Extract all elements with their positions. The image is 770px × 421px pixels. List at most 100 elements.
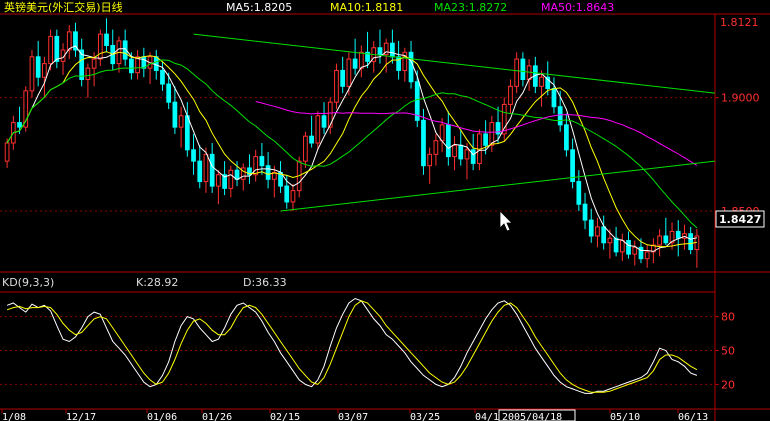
trendline-1 <box>280 160 715 212</box>
ma-readout-2: MA23:1.8272 <box>434 1 507 14</box>
candle-19 <box>122 29 128 66</box>
candle-body-0 <box>4 142 10 162</box>
candle-body-27 <box>172 101 178 128</box>
candle-body-74 <box>464 149 470 160</box>
candle-67 <box>421 108 426 175</box>
kd-tick-label-0: 80 <box>721 311 735 324</box>
candle-22 <box>141 47 147 78</box>
candle-18 <box>116 36 122 73</box>
candle-5 <box>35 40 41 87</box>
candle-93 <box>582 192 588 230</box>
candle-31 <box>197 145 203 189</box>
kd-axis: 80 50 20 <box>715 311 735 391</box>
candle-body-96 <box>601 226 607 244</box>
kd-k-value: K:28.92 <box>136 276 178 289</box>
time-label-4: 02/15 <box>270 412 300 421</box>
candle-41 <box>259 143 265 175</box>
candle-body-86 <box>539 76 544 87</box>
candle-49 <box>309 115 314 148</box>
candle-81 <box>508 79 513 114</box>
price-tick-label-0: 1.9000 <box>721 92 760 105</box>
candle-50 <box>315 111 321 150</box>
candle-body-71 <box>445 124 451 158</box>
candle-body-20 <box>129 58 134 74</box>
candle-body-53 <box>334 69 339 103</box>
candle-body-37 <box>234 169 240 180</box>
candle-98 <box>613 226 619 257</box>
candle-body-29 <box>184 115 190 151</box>
candle-body-106 <box>663 235 669 244</box>
time-label-8: 05/10 <box>610 412 640 421</box>
candle-39 <box>247 154 252 184</box>
candle-body-56 <box>352 58 358 69</box>
candle-28 <box>178 106 184 148</box>
candle-body-92 <box>576 181 582 205</box>
candle-72 <box>452 136 457 171</box>
candle-4 <box>29 50 35 98</box>
mouse-cursor-icon <box>499 210 513 232</box>
kd-k-line <box>6 297 698 394</box>
kd-tick-label-2: 20 <box>721 378 735 391</box>
candle-body-41 <box>259 156 265 167</box>
candle-body-68 <box>427 153 433 167</box>
candle-103 <box>644 245 650 268</box>
candle-82 <box>514 52 520 94</box>
candle-body-81 <box>508 85 513 105</box>
candle-30 <box>191 133 196 175</box>
candle-body-73 <box>458 144 464 160</box>
candle-body-5 <box>35 56 41 78</box>
trendline-0 <box>193 33 715 94</box>
candle-86 <box>539 70 544 107</box>
top-price-label: 1.8121 <box>720 16 759 29</box>
candle-body-16 <box>104 33 109 46</box>
cursor-date: 2005/04/18 <box>502 412 562 421</box>
candle-73 <box>458 129 464 166</box>
candle-body-62 <box>390 42 395 58</box>
kd-name: KD(9,3,3) <box>2 276 54 289</box>
candle-88 <box>551 77 557 114</box>
candle-body-15 <box>97 33 103 60</box>
candle-27 <box>172 86 178 134</box>
candle-body-77 <box>483 133 488 146</box>
candle-body-2 <box>17 122 22 128</box>
candle-body-10 <box>66 31 72 51</box>
candle-42 <box>265 152 271 189</box>
candle-body-98 <box>613 237 619 253</box>
candle-44 <box>278 161 283 193</box>
candle-51 <box>321 102 327 134</box>
candle-body-7 <box>48 35 53 65</box>
candle-3 <box>23 86 29 132</box>
candle-9 <box>60 43 66 75</box>
candle-body-100 <box>626 240 631 255</box>
candle-52 <box>327 97 333 134</box>
candle-body-82 <box>514 58 520 87</box>
candle-75 <box>470 133 476 171</box>
candle-96 <box>601 215 607 250</box>
time-label-7: 04/1 <box>475 412 499 421</box>
candle-99 <box>619 233 625 261</box>
candle-48 <box>303 131 308 168</box>
candle-57 <box>358 45 364 78</box>
candle-10 <box>66 25 72 60</box>
candle-13 <box>85 63 91 98</box>
candle-body-75 <box>470 149 476 164</box>
candle-body-101 <box>632 246 638 255</box>
candle-105 <box>657 229 662 257</box>
candle-body-36 <box>228 169 234 189</box>
kd-d-value: D:36.33 <box>243 276 287 289</box>
candle-40 <box>253 149 259 182</box>
ma-readout-0: MA5:1.8205 <box>226 1 292 14</box>
candle-23 <box>147 52 153 85</box>
candle-body-32 <box>203 153 209 183</box>
candle-2 <box>17 106 22 134</box>
candle-body-66 <box>414 81 420 121</box>
candle-body-95 <box>595 226 600 237</box>
candle-body-69 <box>433 140 439 155</box>
chart-title: 英镑美元(外汇交易)日线 <box>4 0 123 14</box>
time-label-6: 03/25 <box>410 412 440 421</box>
candle-29 <box>184 102 190 157</box>
candle-95 <box>595 217 600 248</box>
candle-body-90 <box>564 124 569 151</box>
candle-body-110 <box>688 233 694 251</box>
candle-body-83 <box>520 58 526 81</box>
